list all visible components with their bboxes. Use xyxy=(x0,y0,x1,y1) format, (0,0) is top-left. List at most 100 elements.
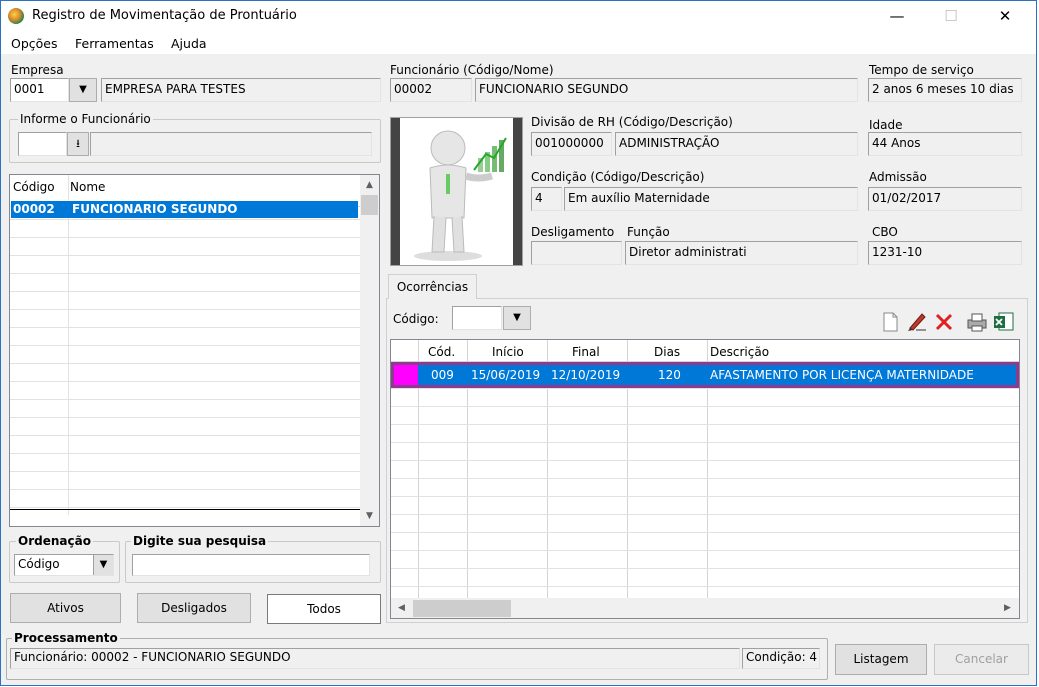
row-divider xyxy=(391,532,1019,533)
menu-bar: Opções Ferramentas Ajuda xyxy=(1,32,1036,54)
ocorrencias-grid: Cód. Início Final Dias Descrição 009 15/… xyxy=(390,339,1020,619)
todos-button[interactable]: Todos xyxy=(267,594,381,624)
cell-final: 12/10/2019 xyxy=(551,368,621,382)
ativos-button[interactable]: Ativos xyxy=(10,593,121,623)
ocorrencia-codigo-dropdown[interactable]: ▼ xyxy=(503,306,531,330)
table-row[interactable]: 00002 FUNCIONARIO SEGUNDO xyxy=(11,201,358,218)
ordenacao-select[interactable]: Código ▼ xyxy=(14,554,114,576)
print-icon[interactable] xyxy=(966,312,988,332)
desligados-button[interactable]: Desligados xyxy=(137,593,251,623)
row-marker xyxy=(394,365,418,385)
row-divider xyxy=(10,273,360,274)
empresa-label: Empresa xyxy=(11,63,64,77)
ordenacao-label: Ordenação xyxy=(16,534,93,548)
row-divider xyxy=(10,345,360,346)
processamento-label: Processamento xyxy=(12,631,120,645)
pesquisa-label: Digite sua pesquisa xyxy=(131,534,269,548)
empresa-dropdown-button[interactable]: ▼ xyxy=(69,78,97,102)
funcao-label: Função xyxy=(627,225,670,239)
empresa-code-field[interactable]: 0001 xyxy=(10,78,69,102)
list-scrollbar[interactable]: ▲ ▼ xyxy=(360,175,379,526)
condicao-label: Condição (Código/Descrição) xyxy=(531,170,705,184)
row-divider xyxy=(10,327,360,328)
ocorrencia-codigo-field[interactable] xyxy=(452,306,502,330)
tab-ocorrencias[interactable]: Ocorrências xyxy=(388,274,477,299)
row-divider xyxy=(10,291,360,292)
row-divider xyxy=(391,388,1019,389)
row-name: FUNCIONARIO SEGUNDO xyxy=(72,202,238,216)
cell-cod: 009 xyxy=(431,368,454,382)
menu-ajuda[interactable]: Ajuda xyxy=(171,36,207,51)
row-divider xyxy=(391,586,1019,587)
col-header-dias[interactable]: Dias xyxy=(654,345,680,359)
desligamento-field xyxy=(531,241,622,265)
scroll-up-icon[interactable]: ▲ xyxy=(361,177,378,194)
row-divider xyxy=(10,399,360,400)
excel-export-icon[interactable] xyxy=(993,311,1015,333)
row-divider xyxy=(391,406,1019,407)
col-header-nome[interactable]: Nome xyxy=(70,180,105,194)
pesquisa-input[interactable] xyxy=(132,554,370,576)
ordenacao-value: Código xyxy=(18,557,60,571)
row-divider xyxy=(10,453,360,454)
row-code: 00002 xyxy=(13,202,55,216)
main-window: Registro de Movimentação de Prontuário —… xyxy=(0,0,1037,686)
col-header-cod[interactable]: Cód. xyxy=(428,345,455,359)
new-document-icon[interactable] xyxy=(881,312,899,332)
divisao-label: Divisão de RH (Código/Descrição) xyxy=(531,115,733,129)
delete-icon[interactable] xyxy=(934,312,954,332)
table-row[interactable]: 009 15/06/2019 12/10/2019 120 AFASTAMENT… xyxy=(391,362,1019,388)
window-title: Registro de Movimentação de Prontuário xyxy=(32,8,297,23)
chevron-down-icon[interactable]: ▼ xyxy=(93,555,113,575)
row-divider xyxy=(391,460,1019,461)
empresa-name-field: EMPRESA PARA TESTES xyxy=(101,78,381,102)
col-header-descricao[interactable]: Descrição xyxy=(710,345,769,359)
person-figure-icon xyxy=(414,130,507,261)
row-divider xyxy=(10,471,360,472)
row-divider xyxy=(10,219,360,220)
listagem-button[interactable]: Listagem xyxy=(835,644,927,675)
col-header-codigo[interactable]: Código xyxy=(13,180,55,194)
minimize-button[interactable]: — xyxy=(874,1,920,32)
informe-label: Informe o Funcionário xyxy=(18,112,153,126)
cbo-label: CBO xyxy=(872,225,898,239)
informe-search-button[interactable]: ⭳ xyxy=(67,132,89,156)
funcionario-code-field: 00002 xyxy=(390,78,472,102)
scroll-down-icon[interactable]: ▼ xyxy=(361,508,378,525)
row-divider xyxy=(391,496,1019,497)
codigo-label: Código: xyxy=(393,312,439,326)
row-divider xyxy=(10,489,360,490)
tempo-field: 2 anos 6 meses 10 dias xyxy=(868,78,1022,102)
idade-field: 44 Anos xyxy=(868,132,1022,156)
idade-label: Idade xyxy=(869,118,903,132)
row-divider xyxy=(391,550,1019,551)
scroll-left-icon[interactable]: ◀ xyxy=(393,600,410,617)
grid-horizontal-scrollbar[interactable]: ◀ ▶ xyxy=(391,598,1019,618)
title-bar: Registro de Movimentação de Prontuário —… xyxy=(1,1,1036,32)
cbo-field: 1231-10 xyxy=(868,241,1022,265)
cell-dias: 120 xyxy=(658,368,681,382)
status-condicao-field: Condição: 4 xyxy=(742,648,820,669)
desligamento-label: Desligamento xyxy=(531,225,615,239)
row-divider xyxy=(10,255,360,256)
close-button[interactable]: ✕ xyxy=(982,1,1028,32)
maximize-button[interactable]: ☐ xyxy=(928,1,974,32)
funcao-field: Diretor administrati xyxy=(625,241,858,265)
employee-list: Código Nome 00002 FUNCIONARIO SEGUNDO ▲ … xyxy=(9,174,380,527)
admissao-label: Admissão xyxy=(869,170,927,184)
row-divider xyxy=(391,514,1019,515)
scroll-right-icon[interactable]: ▶ xyxy=(999,600,1016,617)
row-divider xyxy=(10,309,360,310)
row-divider xyxy=(10,435,360,436)
condicao-code-field: 4 xyxy=(531,187,562,211)
menu-opcoes[interactable]: Opções xyxy=(11,36,58,51)
menu-ferramentas[interactable]: Ferramentas xyxy=(75,36,154,51)
col-header-inicio[interactable]: Início xyxy=(492,345,524,359)
employee-photo xyxy=(390,117,523,266)
condicao-desc-field: Em auxílio Maternidade xyxy=(564,187,858,211)
divisao-desc-field: ADMINISTRAÇÃO xyxy=(615,132,858,156)
edit-pencil-icon[interactable] xyxy=(906,310,928,332)
informe-code-field[interactable] xyxy=(18,132,67,156)
cancelar-button[interactable]: Cancelar xyxy=(934,644,1029,675)
col-header-final[interactable]: Final xyxy=(572,345,600,359)
